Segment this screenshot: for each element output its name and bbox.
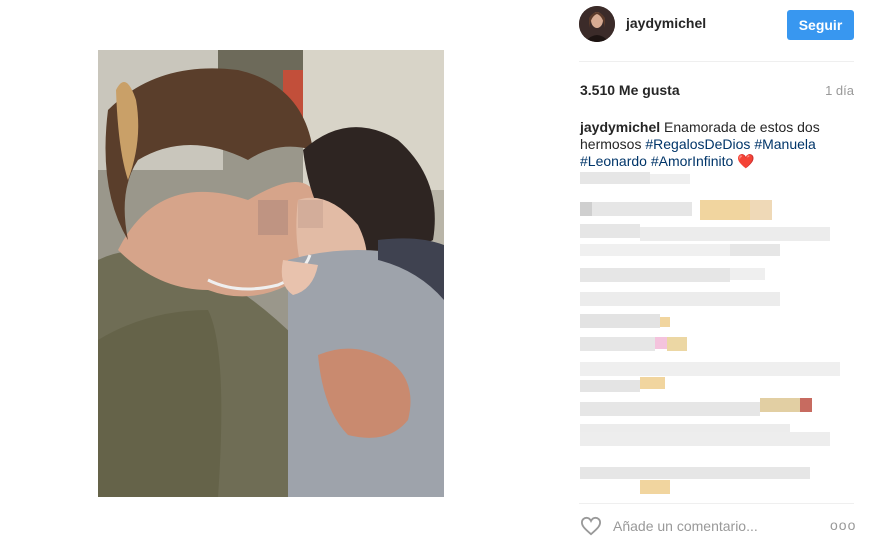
hashtag-manuela[interactable]: #Manuela (754, 136, 816, 152)
hashtag-leonardo[interactable]: #Leonardo (580, 153, 647, 169)
pixelated-comments (580, 172, 850, 502)
caption-username[interactable]: jaydymichel (580, 119, 660, 135)
heart-outline-icon[interactable] (580, 516, 602, 536)
likes-count[interactable]: 3.510 Me gusta (580, 82, 680, 98)
hashtag-amorinfinito[interactable]: #AmorInfinito (651, 153, 733, 169)
avatar[interactable] (579, 6, 615, 42)
add-comment-input[interactable] (613, 518, 813, 534)
hashtag-regalosdedios[interactable]: #RegalosDeDios (645, 136, 750, 152)
follow-button[interactable]: Seguir (787, 10, 854, 40)
post-caption: jaydymichel Enamorada de estos dos hermo… (580, 119, 842, 170)
post-time[interactable]: 1 día (825, 83, 854, 98)
header-divider (579, 61, 854, 62)
more-options-icon[interactable]: ooo (830, 518, 855, 532)
post-photo[interactable] (98, 50, 444, 497)
post-username[interactable]: jaydymichel (626, 15, 706, 31)
comments-divider (579, 503, 854, 504)
heart-emoji: ❤️ (737, 153, 755, 169)
